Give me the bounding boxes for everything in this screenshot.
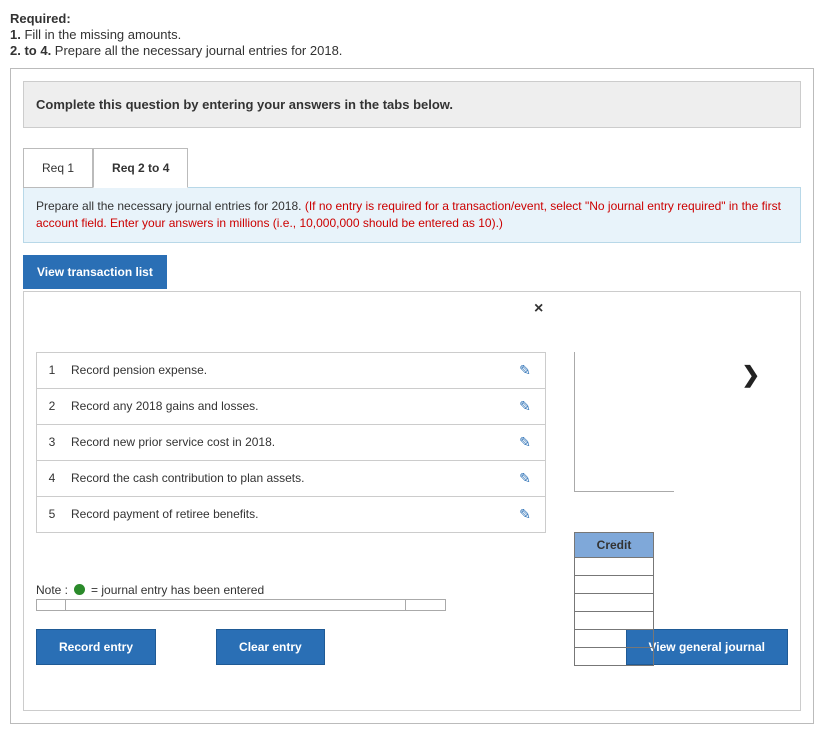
instruction-black: Prepare all the necessary journal entrie… — [36, 199, 305, 213]
view-transaction-list-button[interactable]: View transaction list — [23, 255, 167, 289]
empty-outline-box — [574, 352, 674, 492]
tx-num: 4 — [37, 471, 67, 485]
transaction-row[interactable]: 4 Record the cash contribution to plan a… — [36, 461, 546, 497]
instruction-box: Prepare all the necessary journal entrie… — [23, 187, 801, 243]
pencil-icon[interactable]: ✎ — [505, 506, 545, 523]
tx-num: 3 — [37, 435, 67, 449]
transaction-row[interactable]: 3 Record new prior service cost in 2018.… — [36, 425, 546, 461]
tx-desc: Record any 2018 gains and losses. — [67, 399, 505, 413]
required-line-2: 2. to 4. Prepare all the necessary journ… — [10, 43, 814, 58]
green-dot-icon — [74, 584, 85, 595]
transaction-list: 1 Record pension expense. ✎ 2 Record any… — [36, 352, 546, 533]
credit-cell[interactable] — [574, 576, 654, 594]
tx-num: 5 — [37, 507, 67, 521]
req1-num: 1. — [10, 27, 21, 42]
credit-cell[interactable] — [574, 594, 654, 612]
question-panel: Complete this question by entering your … — [10, 68, 814, 724]
pencil-icon[interactable]: ✎ — [505, 362, 545, 379]
tx-num: 1 — [37, 363, 67, 377]
required-title: Required: — [10, 11, 71, 26]
tabs-row: Req 1 Req 2 to 4 — [23, 148, 801, 188]
pencil-icon[interactable]: ✎ — [505, 434, 545, 451]
pencil-icon[interactable]: ✎ — [505, 398, 545, 415]
req1-text: Fill in the missing amounts. — [21, 27, 181, 42]
req2-text: Prepare all the necessary journal entrie… — [51, 43, 342, 58]
tx-desc: Record pension expense. — [67, 363, 505, 377]
required-line-1: 1. Fill in the missing amounts. — [10, 27, 814, 42]
credit-cell[interactable] — [574, 648, 654, 666]
tab-req-1[interactable]: Req 1 — [23, 148, 93, 188]
tab-req-2-to-4[interactable]: Req 2 to 4 — [93, 148, 188, 188]
transaction-row[interactable]: 1 Record pension expense. ✎ — [36, 353, 546, 389]
tx-desc: Record the cash contribution to plan ass… — [67, 471, 505, 485]
record-entry-button[interactable]: Record entry — [36, 629, 156, 665]
right-side-area: Credit — [574, 352, 744, 666]
note-prefix: Note : — [36, 583, 68, 597]
transaction-row[interactable]: 2 Record any 2018 gains and losses. ✎ — [36, 389, 546, 425]
credit-cell[interactable] — [574, 558, 654, 576]
credit-column-header: Credit — [574, 532, 654, 558]
tx-desc: Record payment of retiree benefits. — [67, 507, 505, 521]
clear-entry-button[interactable]: Clear entry — [216, 629, 325, 665]
tx-desc: Record new prior service cost in 2018. — [67, 435, 505, 449]
transaction-row[interactable]: 5 Record payment of retiree benefits. ✎ — [36, 497, 546, 533]
pencil-icon[interactable]: ✎ — [505, 470, 545, 487]
note-text: = journal entry has been entered — [91, 583, 264, 597]
chevron-right-icon[interactable]: ❯ — [742, 362, 760, 388]
credit-cell[interactable] — [574, 630, 654, 648]
credit-cells — [574, 558, 654, 666]
close-icon[interactable]: × — [534, 300, 543, 318]
req2-num: 2. to 4. — [10, 43, 51, 58]
complete-banner: Complete this question by entering your … — [23, 81, 801, 128]
tiny-row-outline — [36, 599, 446, 611]
credit-cell[interactable] — [574, 612, 654, 630]
work-area: × ❯ 1 Record pension expense. ✎ 2 Record… — [23, 291, 801, 711]
tx-num: 2 — [37, 399, 67, 413]
